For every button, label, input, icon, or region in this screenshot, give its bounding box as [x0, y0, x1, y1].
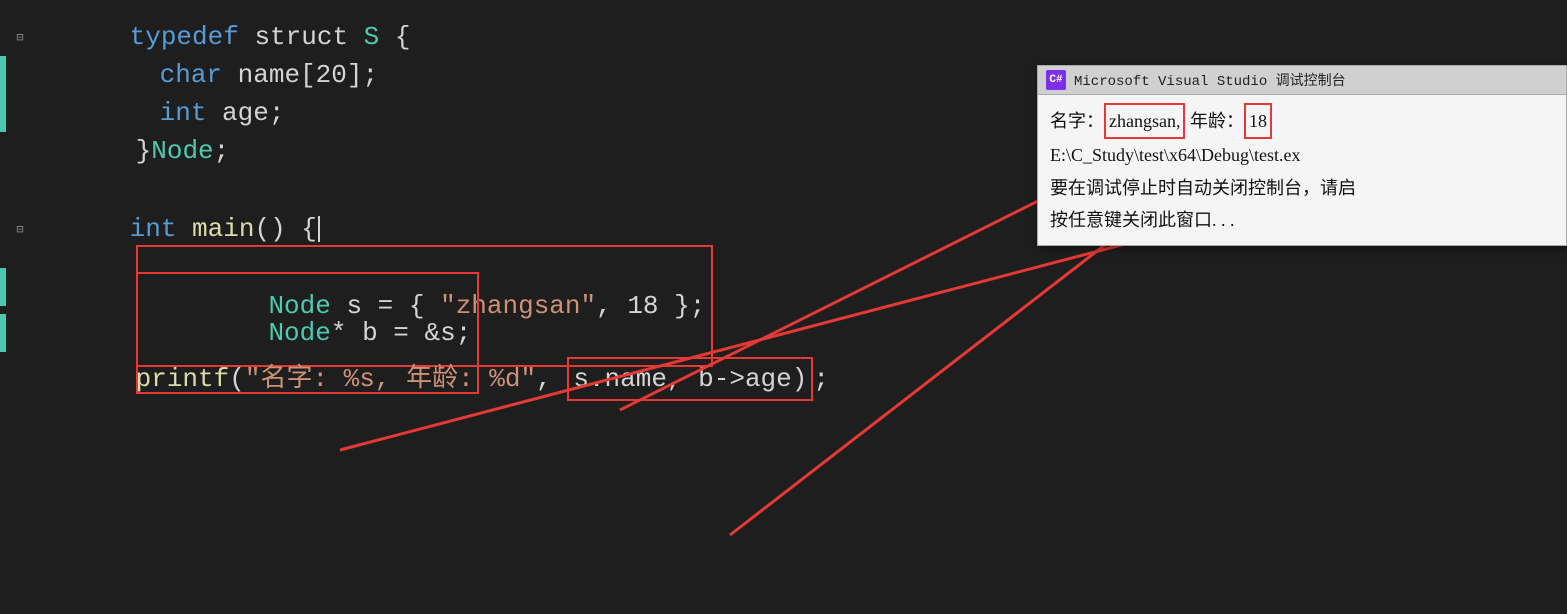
console-line-1: 名字：zhangsan, 年龄：18 — [1050, 103, 1554, 139]
console-line-4: 按任意键关闭此窗口. . . — [1050, 204, 1554, 236]
annotation-box-args: s.name, b->age) — [567, 357, 813, 401]
console-name-value-box: zhangsan, — [1104, 103, 1185, 139]
line-indicator-char — [0, 56, 6, 94]
console-age-value-box: 18 — [1244, 103, 1272, 139]
console-age-value: 18 — [1249, 111, 1267, 131]
line-indicator-int-age — [0, 94, 6, 132]
code-line-printf: printf("名字: %s, 年龄: %d", s.name, b->age)… — [0, 360, 1567, 398]
line-indicator-node-s — [0, 268, 6, 306]
collapse-icon-typedef[interactable]: ⊟ — [10, 27, 30, 47]
vs-icon: C# — [1046, 70, 1066, 90]
console-name-value: zhangsan, — [1109, 111, 1180, 131]
console-name-label: 名字： — [1050, 111, 1104, 131]
collapse-icon-main[interactable]: ⊟ — [10, 219, 30, 239]
editor-area: ⊟ typedef struct S { char name[20]; int … — [0, 0, 1567, 614]
line-indicator-node-b — [0, 314, 6, 352]
console-title: Microsoft Visual Studio 调试控制台 — [1074, 70, 1346, 90]
console-window: C# Microsoft Visual Studio 调试控制台 名字：zhan… — [1037, 65, 1567, 246]
console-line-2: E:\C_Study\test\x64\Debug\test.ex — [1050, 139, 1554, 171]
code-printf-text: printf("名字: %s, 年龄: %d", s.name, b->age)… — [36, 319, 829, 439]
console-body: 名字：zhangsan, 年龄：18 E:\C_Study\test\x64\D… — [1038, 95, 1566, 245]
console-line-3: 要在调试停止时自动关闭控制台，请启 — [1050, 172, 1554, 204]
console-age-label: 年龄： — [1190, 111, 1244, 131]
console-titlebar: C# Microsoft Visual Studio 调试控制台 — [1038, 66, 1566, 95]
